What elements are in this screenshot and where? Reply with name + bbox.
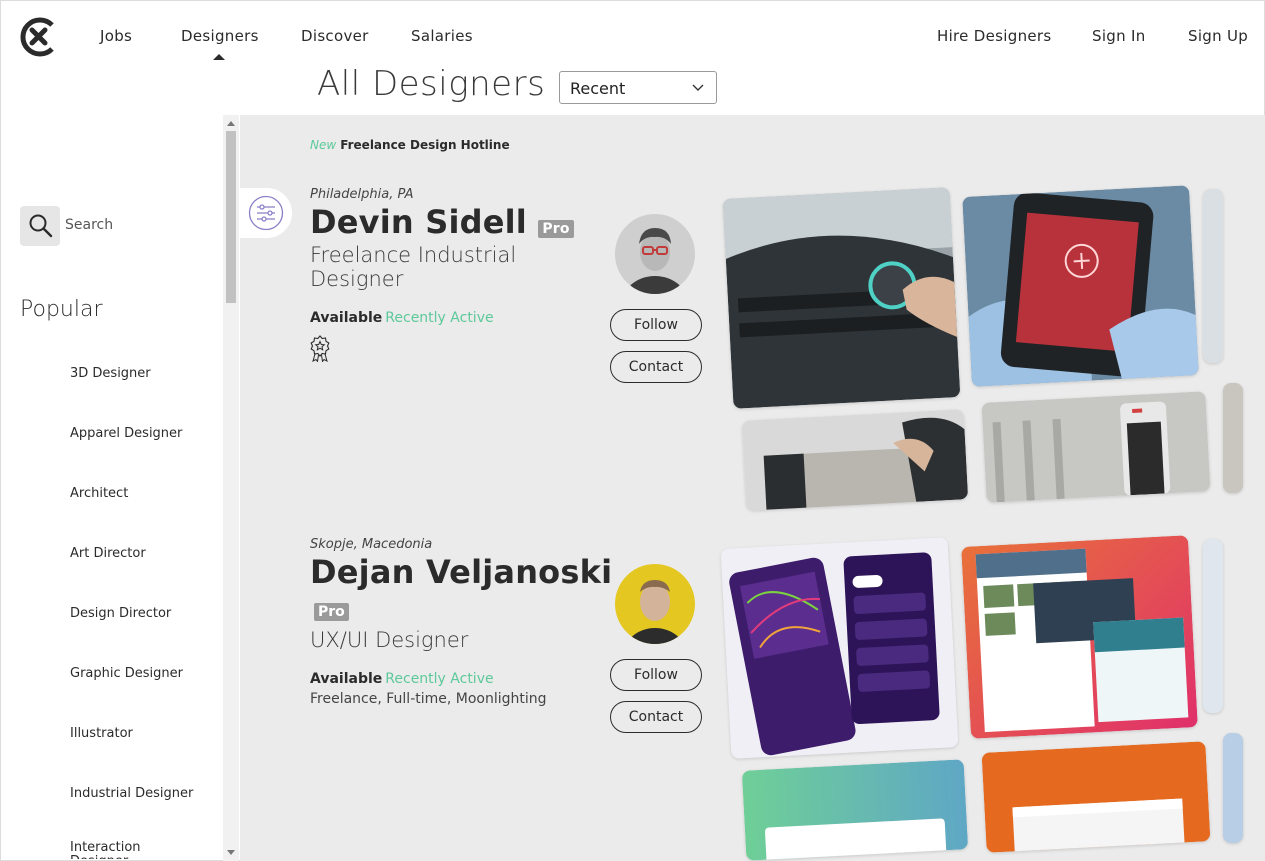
designer-avatar[interactable] — [615, 564, 695, 644]
page-title: All Designers — [317, 64, 546, 104]
nav-salaries[interactable]: Salaries — [411, 27, 473, 45]
designer-role: UX/UI Designer — [310, 628, 469, 652]
hotline-link[interactable]: New Freelance Design Hotline — [310, 138, 510, 152]
sidebar-scrollbar[interactable] — [223, 115, 239, 861]
sort-dropdown[interactable]: Recent — [559, 71, 717, 104]
pro-badge: Pro — [538, 220, 574, 238]
designer-avatar[interactable] — [615, 214, 695, 294]
sliders-filter-icon — [248, 195, 284, 231]
pro-badge: Pro — [314, 603, 349, 621]
portfolio-image[interactable] — [1223, 733, 1243, 843]
award-ribbon-icon — [310, 335, 330, 362]
app-mockup-image — [720, 537, 959, 759]
filter-button[interactable] — [240, 188, 292, 238]
sidebar-item-illustrator[interactable]: Illustrator — [70, 727, 200, 741]
nav-sign-up[interactable]: Sign Up — [1188, 27, 1248, 45]
contact-button[interactable]: Contact — [610, 351, 702, 383]
designer-role: Freelance Industrial Designer — [310, 243, 517, 291]
product-photo — [741, 409, 969, 511]
designer-list: New Freelance Design Hotline Philadelphia… — [240, 115, 1265, 861]
sidebar-item-apparel-designer[interactable]: Apparel Designer — [70, 427, 200, 441]
scroll-down-arrow-icon[interactable] — [227, 850, 235, 855]
product-photo — [722, 187, 961, 409]
available-label: Available — [310, 310, 383, 326]
sidebar-item-graphic-designer[interactable]: Graphic Designer — [70, 667, 200, 681]
avatar-photo — [615, 564, 695, 644]
nav-designers[interactable]: Designers — [181, 27, 259, 45]
website-mockup-image — [961, 535, 1198, 739]
nav-jobs[interactable]: Jobs — [100, 27, 132, 45]
availability: Available Recently Active — [310, 671, 494, 687]
scrollbar-thumb[interactable] — [226, 131, 236, 303]
portfolio-image[interactable] — [741, 759, 969, 861]
portfolio-image[interactable] — [962, 185, 1199, 387]
active-nav-caret-icon — [213, 54, 225, 60]
popular-heading: Popular — [20, 297, 103, 322]
sort-selected-value: Recent — [570, 79, 626, 98]
sidebar-item-architect[interactable]: Architect — [70, 487, 200, 501]
designer-name[interactable]: Dejan Veljanoski — [310, 553, 612, 591]
sidebar-item-industrial-designer[interactable]: Industrial Designer — [70, 787, 200, 801]
product-photo — [981, 391, 1211, 503]
close-x-logo[interactable] — [19, 15, 59, 59]
product-photo — [962, 185, 1199, 387]
work-types: Freelance, Full-time, Moonlighting — [310, 691, 547, 707]
new-label: New — [310, 138, 337, 152]
nav-discover[interactable]: Discover — [301, 27, 369, 45]
portfolio-image[interactable] — [741, 409, 969, 511]
scroll-up-arrow-icon[interactable] — [227, 121, 235, 126]
portfolio-image[interactable] — [1203, 539, 1223, 713]
available-label: Available — [310, 671, 383, 687]
follow-button[interactable]: Follow — [610, 659, 702, 691]
website-mockup-image — [981, 741, 1211, 853]
designer-location: Skopje, Macedonia — [310, 537, 433, 552]
hotline-text: Freelance Design Hotline — [340, 138, 510, 152]
designer-name[interactable]: Devin Sidell Pro — [310, 203, 574, 241]
sidebar-item-interaction-designer[interactable]: Interaction Designer — [70, 841, 150, 859]
avatar-photo — [615, 214, 695, 294]
website-mockup-image — [741, 759, 969, 861]
portfolio-image[interactable] — [722, 187, 961, 409]
portfolio-image[interactable] — [961, 535, 1198, 739]
designer-name-text[interactable]: Devin Sidell — [310, 203, 527, 241]
portfolio-image[interactable] — [981, 391, 1211, 503]
portfolio-image[interactable] — [1223, 383, 1243, 493]
portfolio-image[interactable] — [1203, 189, 1223, 363]
portfolio-image[interactable] — [720, 537, 959, 759]
search-button[interactable] — [20, 206, 60, 246]
sidebar-item-design-director[interactable]: Design Director — [70, 607, 200, 621]
nav-sign-in[interactable]: Sign In — [1092, 27, 1146, 45]
chevron-down-icon — [692, 84, 704, 91]
follow-button[interactable]: Follow — [610, 309, 702, 341]
contact-button[interactable]: Contact — [610, 701, 702, 733]
search-label[interactable]: Search — [65, 217, 113, 233]
designer-location: Philadelphia, PA — [310, 187, 414, 202]
nav-hire-designers[interactable]: Hire Designers — [937, 27, 1051, 45]
search-icon — [29, 214, 53, 238]
sidebar-item-art-director[interactable]: Art Director — [70, 547, 200, 561]
availability: Available Recently Active — [310, 310, 494, 326]
sidebar-item-3d-designer[interactable]: 3D Designer — [70, 367, 200, 381]
portfolio-image[interactable] — [981, 741, 1211, 853]
activity-status: Recently Active — [385, 310, 494, 326]
activity-status: Recently Active — [385, 671, 494, 687]
